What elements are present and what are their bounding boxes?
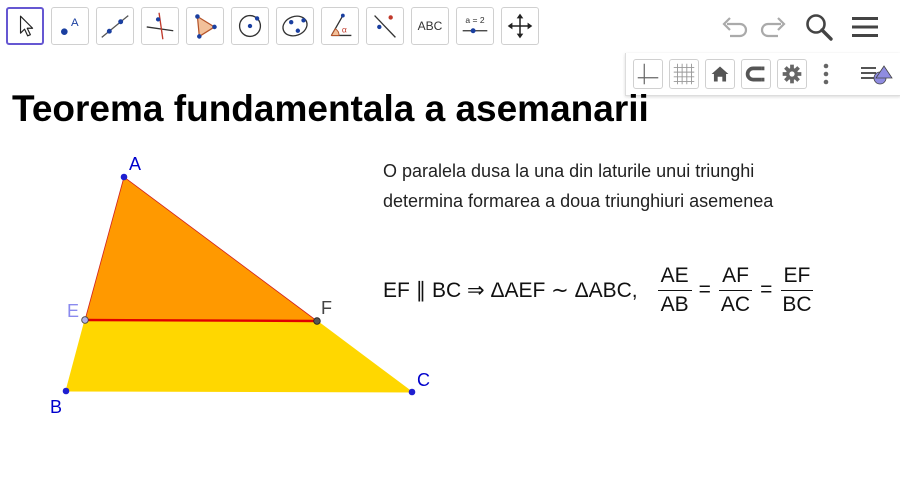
point-a[interactable]: [120, 173, 128, 181]
geometry-canvas[interactable]: A B C E F: [0, 0, 900, 480]
point-a-label: A: [129, 154, 141, 174]
point-f-label: F: [321, 298, 332, 318]
point-f[interactable]: [313, 317, 321, 325]
point-e[interactable]: [81, 316, 89, 324]
point-c[interactable]: [408, 388, 416, 396]
triangle-aef[interactable]: [84, 176, 319, 322]
trapezoid-ebcf[interactable]: [65, 319, 414, 393]
segment-ef[interactable]: [84, 318, 318, 323]
point-e-label: E: [67, 301, 79, 321]
point-b[interactable]: [62, 387, 70, 395]
point-b-label: B: [50, 397, 62, 417]
point-c-label: C: [417, 370, 430, 390]
